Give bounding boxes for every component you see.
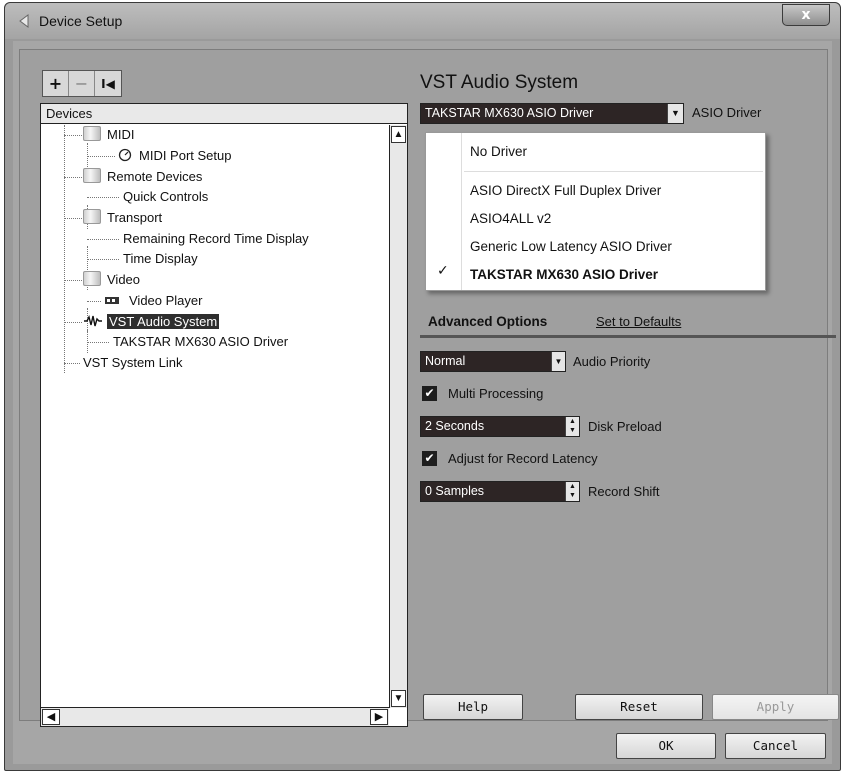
driver-option-no-driver[interactable]: No Driver: [470, 141, 527, 163]
devices-tree-panel: Devices MIDI MIDI Port Setup Remote Devi…: [40, 103, 408, 727]
driver-option-takstar[interactable]: TAKSTAR MX630 ASIO Driver: [470, 264, 658, 286]
section-title: VST Audio System: [420, 72, 579, 93]
video-player-icon: [105, 297, 119, 304]
scroll-right-icon[interactable]: ▶: [370, 709, 388, 725]
checkmark-icon: ✓: [437, 263, 449, 279]
devices-tree: MIDI MIDI Port Setup Remote Devices Quic…: [41, 125, 389, 708]
scroll-left-icon[interactable]: ◀: [42, 709, 60, 725]
set-to-defaults-link[interactable]: Set to Defaults: [596, 314, 681, 329]
tree-item-remaining-record-time[interactable]: Remaining Record Time Display: [121, 229, 311, 249]
multi-processing-label: Multi Processing: [448, 386, 544, 401]
tree-item-takstar-driver[interactable]: TAKSTAR MX630 ASIO Driver: [111, 332, 290, 352]
tree-item-time-display[interactable]: Time Display: [121, 249, 200, 269]
tree-item-vst-audio-system[interactable]: VST Audio System: [83, 312, 220, 332]
folder-icon: [83, 209, 101, 224]
record-shift-stepper[interactable]: 0 Samples ▲ ▼: [420, 481, 580, 502]
audio-priority-select[interactable]: Normal ▼: [420, 351, 566, 372]
adjust-latency-label: Adjust for Record Latency: [448, 451, 598, 466]
multi-processing-checkbox[interactable]: ✔: [422, 386, 437, 401]
cancel-button[interactable]: Cancel: [725, 733, 826, 759]
tree-item-vst-system-link[interactable]: VST System Link: [81, 353, 184, 373]
apply-button[interactable]: Apply: [712, 694, 839, 720]
tree-item-video-player[interactable]: Video Player: [103, 291, 204, 311]
reset-device-button[interactable]: I◀: [95, 71, 121, 96]
chevron-down-icon[interactable]: ▼: [551, 352, 565, 371]
back-arrow-icon: [19, 14, 29, 28]
folder-icon: [83, 271, 101, 286]
tree-item-transport[interactable]: Transport: [83, 208, 164, 228]
reset-button[interactable]: Reset: [575, 694, 703, 720]
ok-button[interactable]: OK: [616, 733, 716, 759]
advanced-options-heading: Advanced Options: [428, 314, 548, 329]
tree-item-midi[interactable]: MIDI: [83, 125, 136, 145]
title-bar: Device Setup x: [5, 3, 840, 39]
remove-device-button[interactable]: −: [69, 71, 95, 96]
window-client-area: + − I◀ Devices MIDI MIDI Port Setup Remo…: [13, 41, 839, 764]
spin-arrows-icon[interactable]: ▲ ▼: [565, 417, 579, 436]
driver-option-asio-directx[interactable]: ASIO DirectX Full Duplex Driver: [470, 180, 661, 202]
scroll-down-icon[interactable]: ▼: [391, 690, 406, 707]
scroll-up-icon[interactable]: ▲: [391, 126, 406, 143]
add-device-button[interactable]: +: [43, 71, 69, 96]
tree-vertical-scrollbar[interactable]: ▲ ▼: [389, 125, 407, 708]
chevron-down-icon[interactable]: ▼: [667, 104, 683, 123]
asio-driver-dropdown-menu: No Driver ASIO DirectX Full Duplex Drive…: [425, 132, 766, 291]
close-button[interactable]: x: [782, 4, 830, 26]
asio-driver-value: TAKSTAR MX630 ASIO Driver: [425, 106, 594, 120]
disk-preload-stepper[interactable]: 2 Seconds ▲ ▼: [420, 416, 580, 437]
adjust-latency-checkbox[interactable]: ✔: [422, 451, 437, 466]
menu-separator: [464, 171, 763, 172]
tree-item-remote-devices[interactable]: Remote Devices: [83, 167, 204, 187]
advanced-divider: [420, 335, 836, 338]
devices-toolbar: + − I◀: [42, 70, 122, 97]
setup-panel: + − I◀ Devices MIDI MIDI Port Setup Remo…: [19, 49, 839, 727]
tree-horizontal-scrollbar[interactable]: ◀ ▶: [41, 707, 389, 726]
help-button[interactable]: Help: [423, 694, 523, 720]
tree-item-video[interactable]: Video: [83, 270, 142, 290]
folder-icon: [83, 126, 101, 141]
disk-preload-label: Disk Preload: [588, 419, 662, 434]
spin-arrows-icon[interactable]: ▲ ▼: [565, 482, 579, 501]
device-setup-window: Device Setup x + − I◀ Devices MIDI MIDI …: [4, 2, 841, 771]
devices-header: Devices: [41, 104, 407, 124]
audio-waveform-icon: [84, 314, 102, 327]
audio-priority-label: Audio Priority: [573, 354, 651, 369]
driver-option-asio4all[interactable]: ASIO4ALL v2: [470, 208, 551, 230]
midi-port-icon: [118, 148, 132, 162]
driver-option-generic-low-latency[interactable]: Generic Low Latency ASIO Driver: [470, 236, 672, 258]
asio-driver-label: ASIO Driver: [692, 105, 762, 120]
window-title: Device Setup: [39, 13, 123, 29]
asio-driver-select[interactable]: TAKSTAR MX630 ASIO Driver ▼: [420, 103, 684, 124]
tree-item-quick-controls[interactable]: Quick Controls: [121, 187, 210, 207]
record-shift-label: Record Shift: [588, 484, 660, 499]
tree-item-midi-port-setup[interactable]: MIDI Port Setup: [117, 146, 233, 166]
folder-icon: [83, 168, 101, 183]
